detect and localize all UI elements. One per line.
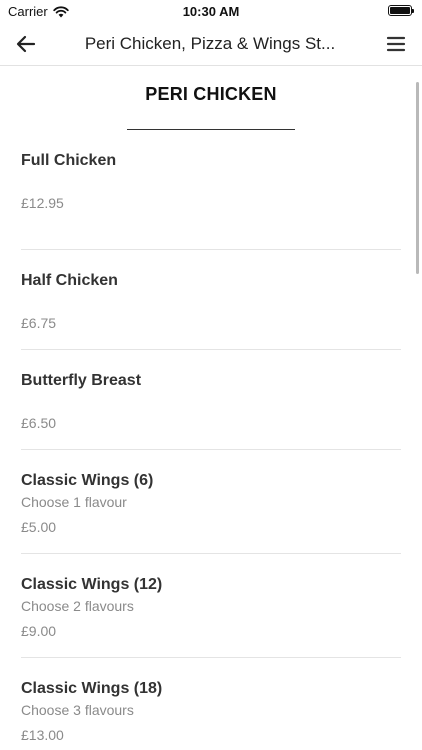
status-time: 10:30 AM <box>182 4 240 19</box>
menu-item[interactable]: Classic Wings (18) Choose 3 flavours £13… <box>21 658 401 750</box>
menu-item-price: £9.00 <box>21 623 57 639</box>
hamburger-menu-icon[interactable] <box>386 34 406 54</box>
battery-icon <box>388 5 414 16</box>
menu-item-name: Butterfly Breast <box>21 372 142 389</box>
menu-item[interactable]: Classic Wings (6) Choose 1 flavour £5.00 <box>21 450 401 554</box>
navigation-bar: Peri Chicken, Pizza & Wings St... <box>0 22 422 66</box>
menu-item-name: Half Chicken <box>21 272 118 289</box>
page-title: Peri Chicken, Pizza & Wings St... <box>84 34 336 53</box>
menu-item-description: Choose 1 flavour <box>21 494 127 510</box>
status-bar: Carrier 10:30 AM <box>0 0 422 22</box>
menu-content[interactable]: PERI CHICKEN Full Chicken £12.95 Half Ch… <box>0 67 422 750</box>
menu-item-price: £13.00 <box>21 727 64 743</box>
menu-item-name: Classic Wings (6) <box>21 472 154 489</box>
menu-item-price: £12.95 <box>21 195 64 211</box>
scrollbar[interactable] <box>416 82 419 274</box>
menu-item-description: Choose 3 flavours <box>21 702 134 718</box>
battery-level <box>390 7 410 14</box>
menu-item-name: Classic Wings (18) <box>21 680 163 697</box>
menu-item[interactable]: Butterfly Breast £6.50 <box>21 350 401 450</box>
menu-item[interactable]: Half Chicken £6.75 <box>21 250 401 350</box>
menu-item-name: Classic Wings (12) <box>21 576 163 593</box>
menu-item-price: £6.50 <box>21 415 57 431</box>
menu-item-list: Full Chicken £12.95 Half Chicken £6.75 B… <box>0 150 422 750</box>
menu-item[interactable]: Full Chicken £12.95 <box>21 150 401 250</box>
menu-item-price: £6.75 <box>21 315 57 331</box>
menu-item-price: £5.00 <box>21 519 57 535</box>
back-arrow-icon[interactable] <box>14 32 38 56</box>
menu-item-description: Choose 2 flavours <box>21 598 134 614</box>
menu-item-name: Full Chicken <box>21 152 117 169</box>
section-title: PERI CHICKEN <box>145 84 277 104</box>
section-underline <box>127 129 295 130</box>
menu-item[interactable]: Classic Wings (12) Choose 2 flavours £9.… <box>21 554 401 658</box>
